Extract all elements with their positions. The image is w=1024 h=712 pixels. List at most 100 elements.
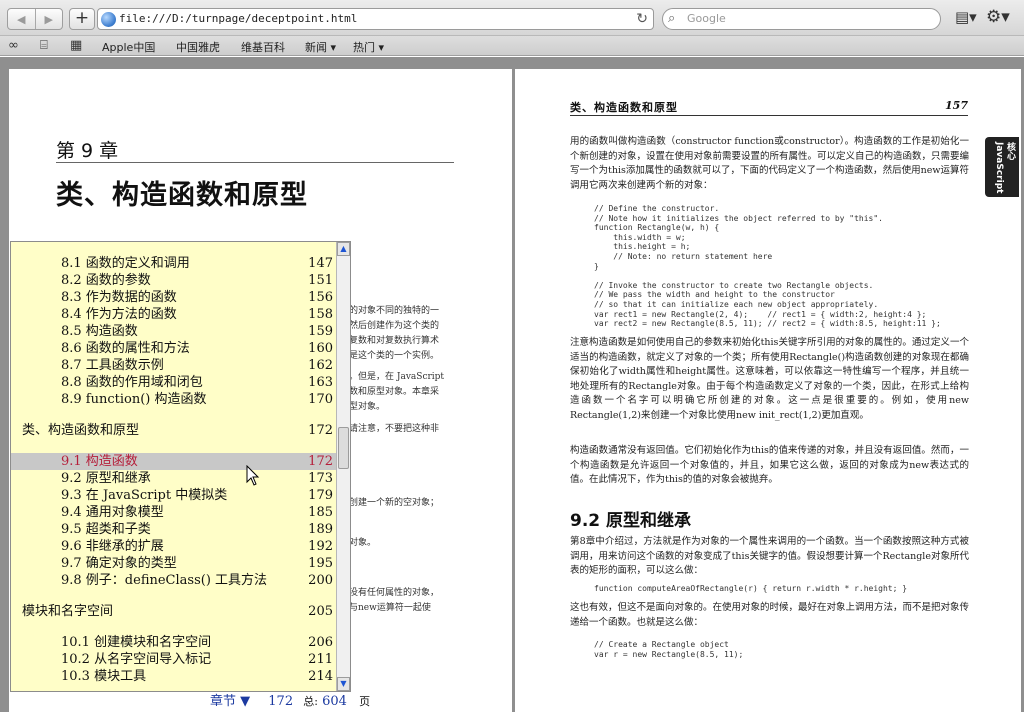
toc-item-title: 8.2 函数的参数	[61, 273, 151, 288]
toc-item[interactable]: 9.8 例子：defineClass() 工具方法 200	[11, 572, 338, 589]
toc-item[interactable]: 10.2 从名字空间导入标记 211	[11, 651, 338, 668]
browser-toolbar: ◀ ▶ + file:///D:/turnpage/deceptpoint.ht…	[0, 0, 1024, 36]
toc-item-title: 类、构造函数和原型	[22, 423, 140, 438]
code-block: function computeAreaOfRectangle(r) { ret…	[594, 584, 908, 593]
settings-menu-button[interactable]: ⚙▾	[986, 7, 1018, 29]
body-fragment: 然后创建作为这个类的	[349, 321, 440, 331]
toc-item-title: 9.4 通用对象模型	[61, 505, 164, 520]
bookmarks-bar: ∞ ⌸ ▦ Apple中国 中国雅虎 维基百科 新闻 ▾ 热门 ▾	[0, 36, 1024, 56]
bookmark-news-menu[interactable]: 新闻 ▾	[305, 39, 336, 55]
side-thumb-tab[interactable]: 核心JavaScript	[985, 137, 1019, 197]
toc-item-page: 200	[308, 573, 333, 588]
toc-item-page: 158	[308, 307, 333, 322]
toc-item-title: 10.1 创建模块和名字空间	[61, 635, 212, 650]
code-block: // Create a Rectangle object var r = new…	[594, 640, 744, 659]
toc-item-page: 163	[308, 375, 333, 390]
toc-item[interactable]: 8.2 函数的参数 151	[11, 272, 338, 289]
back-button[interactable]: ◀	[8, 9, 35, 29]
address-bar[interactable]: file:///D:/turnpage/deceptpoint.html ↻	[97, 8, 654, 30]
toc-item-page: 159	[308, 324, 333, 339]
toc-item[interactable]: 10.3 模块工具 214	[11, 668, 338, 685]
toc-item[interactable]: 8.1 函数的定义和调用 147	[11, 255, 338, 272]
toc-item[interactable]: 8.6 函数的属性和方法 160	[11, 340, 338, 357]
toc-item[interactable]: 类、构造函数和原型 172	[11, 422, 338, 439]
section-title: 9.2 原型和继承	[570, 511, 692, 531]
body-fragment: 。但是，在 JavaScript	[349, 372, 445, 382]
toc-item[interactable]: 10.1 创建模块和名字空间 206	[11, 634, 338, 651]
scroll-down-arrow-icon[interactable]: ▼	[337, 677, 350, 691]
toc-item[interactable]: 模块和名字空间 205	[11, 603, 338, 620]
paragraph: 用的函数叫做构造函数（constructor function或construc…	[570, 136, 970, 191]
toc-item[interactable]: 8.8 函数的作用域和闭包 163	[11, 374, 338, 391]
pager: 章节 ▼ 172 总: 604 页	[210, 690, 370, 709]
body-fragment: 没有任何属性的对象，	[349, 588, 440, 598]
total-pages: 604	[322, 694, 347, 709]
code-block: // Define the constructor. // Note how i…	[594, 204, 941, 329]
toc-item-title: 8.8 函数的作用域和闭包	[61, 375, 203, 390]
paragraph: 构造函数通常没有返回值。它们初始化作为this的值来传递的对象，并且没有返回值。…	[570, 445, 969, 485]
toc-item[interactable]: 9.5 超类和子类 189	[11, 521, 338, 538]
toc-item-page: 205	[308, 604, 333, 619]
chapter-dropdown[interactable]: 章节 ▼	[210, 690, 250, 709]
toc-scrollbar[interactable]: ▲ ▼	[336, 242, 350, 691]
bookmark-apple-china[interactable]: Apple中国	[102, 39, 155, 55]
toc-item-title: 8.9 function() 构造函数	[61, 392, 207, 407]
scroll-thumb[interactable]	[338, 427, 349, 469]
toc-item-page: 173	[308, 471, 333, 486]
current-page-number[interactable]: 172	[268, 694, 293, 709]
toc-item-page: 170	[308, 392, 333, 407]
toc-item-page: 156	[308, 290, 333, 305]
toc-item-page: 162	[308, 358, 333, 373]
paragraph: 注意构造函数是如何使用自己的参数来初始化this关键字所引用的对象的属性的。通过…	[570, 337, 969, 421]
bookmark-wikipedia[interactable]: 维基百科	[241, 39, 285, 55]
scroll-up-arrow-icon[interactable]: ▲	[337, 242, 350, 256]
page-menu-button[interactable]: ▤▾	[955, 8, 983, 30]
forward-button[interactable]: ▶	[34, 9, 63, 29]
bookmark-popular-menu[interactable]: 热门 ▾	[353, 39, 384, 55]
body-fragment: 与new运算符一起使	[349, 603, 431, 613]
right-page[interactable]: 类、构造函数和原型 157 用的函数叫做构造函数（constructor fun…	[515, 69, 1021, 712]
body-fragment: 复数和对复数执行算术	[349, 336, 440, 346]
url-text[interactable]: file:///D:/turnpage/deceptpoint.html	[119, 12, 357, 25]
paragraph: 第8章中介绍过，方法就是作为对象的一个属性来调用的一个函数。当一个函数按照这种方…	[570, 536, 969, 576]
gear-icon: ⚙▾	[986, 7, 1010, 27]
toc-item[interactable]: 8.4 作为方法的函数 158	[11, 306, 338, 323]
toc-item-page: 160	[308, 341, 333, 356]
search-field[interactable]: ⌕ Google	[662, 8, 941, 30]
toc-item-title: 8.4 作为方法的函数	[61, 307, 177, 322]
toc-item[interactable]: 9.1 构造函数 172	[11, 453, 338, 470]
side-tab-label: 核心JavaScript	[994, 142, 1015, 194]
toc-item-title: 8.7 工具函数示例	[61, 358, 164, 373]
body-fragment: 数和原型对象。本章采	[349, 387, 440, 397]
toc-item-title: 8.3 作为数据的函数	[61, 290, 177, 305]
toc-item[interactable]: 9.3 在 JavaScript 中模拟类 179	[11, 487, 338, 504]
reading-list-icon[interactable]: ∞	[8, 38, 19, 53]
toc-item-title: 9.7 确定对象的类型	[61, 556, 177, 571]
reload-icon[interactable]: ↻	[636, 11, 648, 27]
top-sites-grid-icon[interactable]: ▦	[70, 38, 82, 53]
toc-item[interactable]: 9.6 非继承的扩展 192	[11, 538, 338, 555]
paragraph: 这也有效，但这不是面向对象的。在使用对象的时候，最好在对象上调用方法，而不是把对…	[570, 602, 970, 628]
running-header-title: 类、构造函数和原型	[570, 101, 678, 114]
toc-item-page: 179	[308, 488, 333, 503]
toc-item-title: 9.6 非继承的扩展	[61, 539, 164, 554]
toc-item-page: 192	[308, 539, 333, 554]
toc-item[interactable]: 8.9 function() 构造函数 170	[11, 391, 338, 408]
search-icon[interactable]: ⌕	[668, 11, 675, 26]
toc-item-page: 189	[308, 522, 333, 537]
add-bookmark-button[interactable]: +	[69, 8, 95, 30]
toc-item-title: 8.6 函数的属性和方法	[61, 341, 190, 356]
header-rule	[570, 115, 968, 116]
open-book-icon[interactable]: ⌸	[40, 38, 48, 53]
toc-item-title: 10.2 从名字空间导入标记	[61, 652, 212, 667]
toc-item[interactable]: 8.7 工具函数示例 162	[11, 357, 338, 374]
globe-icon	[101, 12, 116, 27]
body-fragment: 请注意，不要把这种非	[349, 424, 440, 434]
toc-item[interactable]: 9.7 确定对象的类型 195	[11, 555, 338, 572]
toc-item[interactable]: 8.5 构造函数 159	[11, 323, 338, 340]
toc-item-title: 模块和名字空间	[22, 604, 114, 619]
toc-item[interactable]: 9.2 原型和继承 173	[11, 470, 338, 487]
toc-item[interactable]: 9.4 通用对象模型 185	[11, 504, 338, 521]
bookmark-yahoo-china[interactable]: 中国雅虎	[176, 39, 220, 55]
toc-item[interactable]: 8.3 作为数据的函数 156	[11, 289, 338, 306]
